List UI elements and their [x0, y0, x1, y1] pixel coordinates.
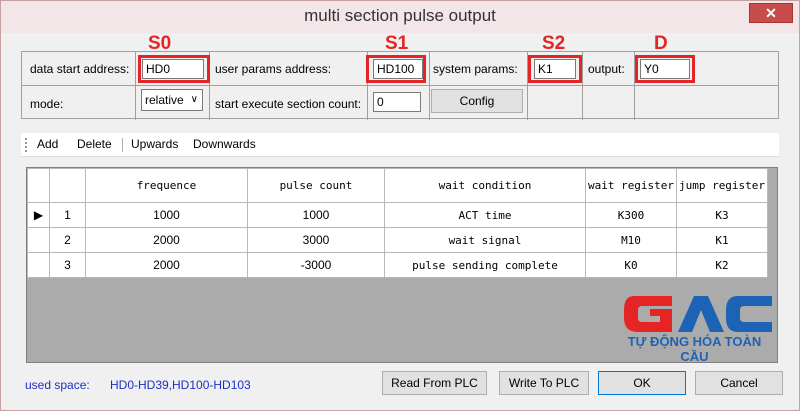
annotation-label-s0: S0 — [148, 33, 172, 54]
data-start-address-label: data start address: — [30, 62, 130, 76]
annotation-box-s1 — [366, 55, 426, 83]
cell-wait-condition[interactable]: wait signal — [384, 227, 586, 253]
divider — [135, 52, 136, 120]
cell-frequence[interactable]: 1000 — [85, 202, 248, 228]
current-row-arrow-icon: ▶ — [27, 202, 50, 228]
cell-wait-register[interactable]: K300 — [585, 202, 677, 228]
row-index: 2 — [49, 227, 86, 253]
chevron-down-icon: ∨ — [190, 94, 198, 105]
cell-wait-condition[interactable]: ACT time — [384, 202, 586, 228]
logo-text: TỰ ĐỘNG HÓA TOÀN CẦU — [627, 334, 762, 364]
annotation-label-s1: S1 — [385, 33, 409, 54]
mode-select-value: relative — [145, 93, 184, 107]
window-title: multi section pulse output — [304, 6, 496, 25]
row-header-corner — [27, 168, 50, 203]
ok-button[interactable]: OK — [598, 371, 686, 395]
table-row[interactable]: ▶ 1 1000 1000 ACT time K300 K3 — [27, 202, 768, 228]
config-button[interactable]: Config — [431, 89, 523, 113]
cell-pulse-count[interactable]: 3000 — [247, 227, 385, 253]
annotation-box-d — [635, 55, 695, 83]
divider — [429, 52, 430, 120]
used-space-value: HD0-HD39,HD100-HD103 — [110, 378, 251, 392]
cell-wait-condition[interactable]: pulse sending complete — [384, 252, 586, 278]
downwards-button[interactable]: Downwards — [193, 137, 256, 151]
annotation-label-d: D — [654, 33, 668, 54]
divider — [582, 52, 583, 120]
cell-jump-register[interactable]: K2 — [676, 252, 768, 278]
cell-wait-register[interactable]: K0 — [585, 252, 677, 278]
add-button[interactable]: Add — [37, 137, 58, 151]
row-index: 3 — [49, 252, 86, 278]
read-from-plc-button[interactable]: Read From PLC — [382, 371, 487, 395]
system-params-label: system params: — [433, 62, 518, 76]
column-header-jump-register[interactable]: jump register — [676, 168, 768, 203]
table-row[interactable]: 2 2000 3000 wait signal M10 K1 — [27, 227, 768, 253]
annotation-box-s0 — [138, 55, 210, 83]
user-params-address-label: user params address: — [215, 62, 332, 76]
write-to-plc-button[interactable]: Write To PLC — [499, 371, 589, 395]
start-section-count-input[interactable]: 0 — [373, 92, 421, 112]
toolbar-grip[interactable] — [25, 138, 27, 152]
row-marker — [27, 227, 50, 253]
gac-logo: TỰ ĐỘNG HÓA TOÀN CẦU — [612, 294, 777, 364]
used-space-label: used space: — [25, 378, 90, 392]
index-header — [49, 168, 86, 203]
cell-jump-register[interactable]: K1 — [676, 227, 768, 253]
toolbar-separator — [122, 138, 123, 152]
start-section-count-label: start execute section count: — [215, 97, 362, 111]
mode-select[interactable]: relative ∨ — [141, 89, 203, 111]
annotation-box-s2 — [528, 55, 582, 83]
column-header-wait-condition[interactable]: wait condition — [384, 168, 586, 203]
dialog-window: multi section pulse output ✕ data start … — [0, 0, 800, 411]
cancel-button[interactable]: Cancel — [695, 371, 783, 395]
output-label: output: — [588, 62, 625, 76]
title-bar[interactable]: multi section pulse output — [1, 1, 799, 33]
row-index: 1 — [49, 202, 86, 228]
row-marker — [27, 252, 50, 278]
divider — [22, 85, 778, 86]
cell-frequence[interactable]: 2000 — [85, 252, 248, 278]
section-table: frequence pulse count wait condition wai… — [27, 168, 768, 278]
cell-jump-register[interactable]: K3 — [676, 202, 768, 228]
annotation-label-s2: S2 — [542, 33, 566, 54]
cell-pulse-count[interactable]: -3000 — [247, 252, 385, 278]
column-header-wait-register[interactable]: wait register — [585, 168, 677, 203]
table-header-row: frequence pulse count wait condition wai… — [27, 168, 768, 203]
cell-wait-register[interactable]: M10 — [585, 227, 677, 253]
column-header-pulse-count[interactable]: pulse count — [247, 168, 385, 203]
close-button[interactable]: ✕ — [749, 3, 793, 23]
section-toolbar: Add Delete Upwards Downwards — [21, 133, 779, 157]
mode-label: mode: — [30, 97, 64, 111]
cell-frequence[interactable]: 2000 — [85, 227, 248, 253]
cell-pulse-count[interactable]: 1000 — [247, 202, 385, 228]
delete-button[interactable]: Delete — [77, 137, 112, 151]
gac-logo-mark — [624, 296, 772, 332]
table-row[interactable]: 3 2000 -3000 pulse sending complete K0 K… — [27, 252, 768, 278]
upwards-button[interactable]: Upwards — [131, 137, 178, 151]
section-grid: frequence pulse count wait condition wai… — [26, 167, 778, 364]
column-header-frequence[interactable]: frequence — [85, 168, 248, 203]
